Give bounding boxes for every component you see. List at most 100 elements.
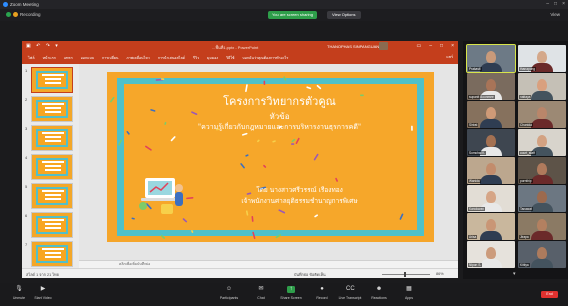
end-meeting-button[interactable]: End — [541, 291, 558, 298]
participant-silhouette — [531, 203, 553, 212]
quick-access-toolbar[interactable]: ▣ ↶ ↷ ▾ — [26, 43, 60, 49]
confetti-piece — [160, 234, 166, 239]
notes-pane[interactable]: คลิกเพื่อเพิ่มบันทึกย่อ — [79, 260, 458, 268]
apps-button[interactable]: ▦ Apps — [392, 286, 426, 300]
participant-face — [537, 219, 547, 231]
ribbon-tab[interactable]: วิธีใช้ — [226, 55, 234, 61]
slide-thumbnail[interactable]: 4 — [22, 154, 79, 184]
ribbon-tab[interactable]: แทรก — [64, 55, 73, 61]
confetti-piece — [399, 213, 404, 220]
participant-face — [537, 247, 547, 259]
toolbar-button-label: Participants — [219, 296, 239, 300]
slide-thumbnail[interactable]: 3 — [22, 125, 79, 155]
maximize-icon[interactable]: □ — [440, 43, 443, 49]
slide-thumbnail[interactable]: 1 — [22, 67, 79, 97]
participant-video-tile[interactable]: Tanawat — [518, 185, 566, 212]
signed-in-user[interactable]: THANOPHAS SINPANGUAN — [327, 44, 379, 49]
slide-thumbnail-number: 3 — [25, 126, 28, 131]
ribbon-tab[interactable]: รีวิว — [193, 55, 199, 61]
chevron-down-icon[interactable]: ▾ — [513, 271, 516, 277]
ribbon-tab[interactable]: ออกแบบ — [81, 55, 94, 61]
toolbar-button-label: Reactions — [371, 296, 387, 300]
participant-video-tile[interactable]: Kittiya — [518, 241, 566, 268]
view-button[interactable]: View — [550, 12, 560, 17]
participant-video-tile[interactable]: Jirapa — [518, 213, 566, 240]
participant-name: Somchai K. — [468, 151, 487, 155]
participant-video-tile[interactable]: Wanida — [467, 157, 515, 184]
zoom-level[interactable]: 86% — [436, 272, 444, 276]
recording-icon[interactable] — [13, 12, 18, 17]
ribbon-tab[interactable]: การนำเสนอสไลด์ — [158, 55, 185, 61]
view-options-button[interactable]: View Options — [327, 11, 361, 19]
slide-canvas[interactable]: โครงการวิทยากรตัวคูณ หัวข้อ "ความรู้เกี่… — [107, 72, 434, 242]
close-icon[interactable]: × — [562, 1, 565, 7]
apps-icon: ▦ — [406, 286, 412, 292]
video-button[interactable]: ▶ Start Video — [26, 286, 60, 300]
zoom-screen-share: Zoom Meeting – □ × Recording You are scr… — [0, 0, 568, 306]
notes-comments-toggles[interactable]: บันทึกย่อ ข้อคิดเห็น — [294, 272, 326, 278]
chat-button[interactable]: ✉ Chat — [244, 286, 278, 300]
participant-video-tile[interactable]: Somchai K. — [467, 129, 515, 156]
participant-silhouette — [531, 119, 553, 128]
participant-face — [537, 163, 547, 175]
ppt-status-bar: สไลด์ 1 จาก 21 ไทย บันทึกย่อ ข้อคิดเห็น … — [22, 268, 458, 278]
maximize-icon[interactable]: □ — [554, 1, 557, 7]
participant-face — [486, 191, 496, 203]
slide-thumbnail[interactable]: 7 — [22, 241, 79, 268]
participant-name: Chanida — [519, 123, 533, 127]
minimize-icon[interactable]: – — [546, 1, 549, 7]
powerpoint-window: ▣ ↶ ↷ ▾ ...พื้นที่1.pptx - PowerPoint TH… — [22, 41, 458, 278]
participant-face — [537, 51, 547, 63]
participant-video-tile[interactable]: Kanokwan — [467, 185, 515, 212]
participant-video-tile[interactable]: Arisa — [467, 213, 515, 240]
cc-icon: CC — [346, 286, 355, 292]
slide-thumbnail[interactable]: 5 — [22, 183, 79, 213]
slide-thumbnail[interactable]: 6 — [22, 212, 79, 242]
participant-silhouette — [531, 259, 553, 268]
confetti-piece — [160, 78, 165, 80]
zoom-logo-icon — [3, 2, 8, 7]
participant-video-tile[interactable]: supanit Boonmee — [467, 73, 515, 100]
participant-video-tile[interactable]: Chanida — [518, 101, 566, 128]
confetti-piece — [240, 163, 245, 169]
minimize-icon[interactable]: – — [429, 43, 432, 49]
ribbon-tab[interactable]: มุมมอง — [207, 55, 218, 61]
zoom-slider[interactable] — [382, 273, 430, 275]
participant-video-tile[interactable]: court_staff — [518, 129, 566, 156]
participants-button[interactable]: ☺ Participants — [212, 286, 246, 300]
shield-icon[interactable] — [6, 12, 11, 17]
participant-video-tile[interactable]: nattaya — [518, 73, 566, 100]
participant-name: thanapong — [519, 67, 537, 71]
ribbon-tab[interactable]: บอกฉันว่าคุณต้องการทำอะไร — [242, 55, 288, 61]
avatar[interactable] — [379, 42, 388, 50]
participant-video-tile[interactable]: thanapong — [518, 45, 566, 72]
zoom-window-controls: – □ × — [546, 1, 565, 7]
slide-thumbnail-image — [31, 241, 73, 267]
recording-label: Recording — [20, 12, 41, 17]
ribbon-tab[interactable]: การเปลี่ยน — [102, 55, 118, 61]
participant-video-tile[interactable]: Sirirat — [467, 101, 515, 128]
share-button[interactable]: ↑ Share Screen — [274, 286, 308, 300]
confetti-piece — [295, 137, 300, 145]
participant-name: Sirirat — [468, 123, 479, 127]
participant-video-tile[interactable]: Prakasit — [466, 44, 516, 73]
confetti-piece — [170, 136, 176, 142]
close-icon[interactable]: × — [451, 43, 454, 49]
ribbon-display-icon[interactable]: ▭ — [417, 43, 422, 49]
participant-video-tile[interactable]: pornthip — [518, 157, 566, 184]
slide-thumbnails-panel[interactable]: 1 2 3 4 5 6 7 — [22, 64, 79, 268]
confetti-piece — [283, 76, 287, 81]
confetti-piece — [182, 218, 188, 223]
ribbon-tab[interactable]: หน้าแรก — [43, 55, 56, 61]
zoom-title-bar: Zoom Meeting – □ × — [0, 0, 568, 9]
ribbon-tab[interactable]: ไฟล์ — [28, 55, 35, 61]
slide-thumbnail-image — [31, 96, 73, 122]
slide-thumbnail[interactable]: 2 — [22, 96, 79, 126]
slide-thumbnail-number: 7 — [25, 242, 28, 247]
ribbon-tab[interactable]: ภาพเคลื่อนไหว — [126, 55, 149, 61]
participant-video-tile[interactable]: Nipon S. — [467, 241, 515, 268]
slide-thumbnail-number: 1 — [25, 68, 28, 73]
zoom-slider-handle[interactable] — [404, 271, 406, 277]
reactions-button[interactable]: ☻ Reactions — [362, 286, 396, 300]
share-button[interactable]: แชร์ — [446, 54, 453, 60]
